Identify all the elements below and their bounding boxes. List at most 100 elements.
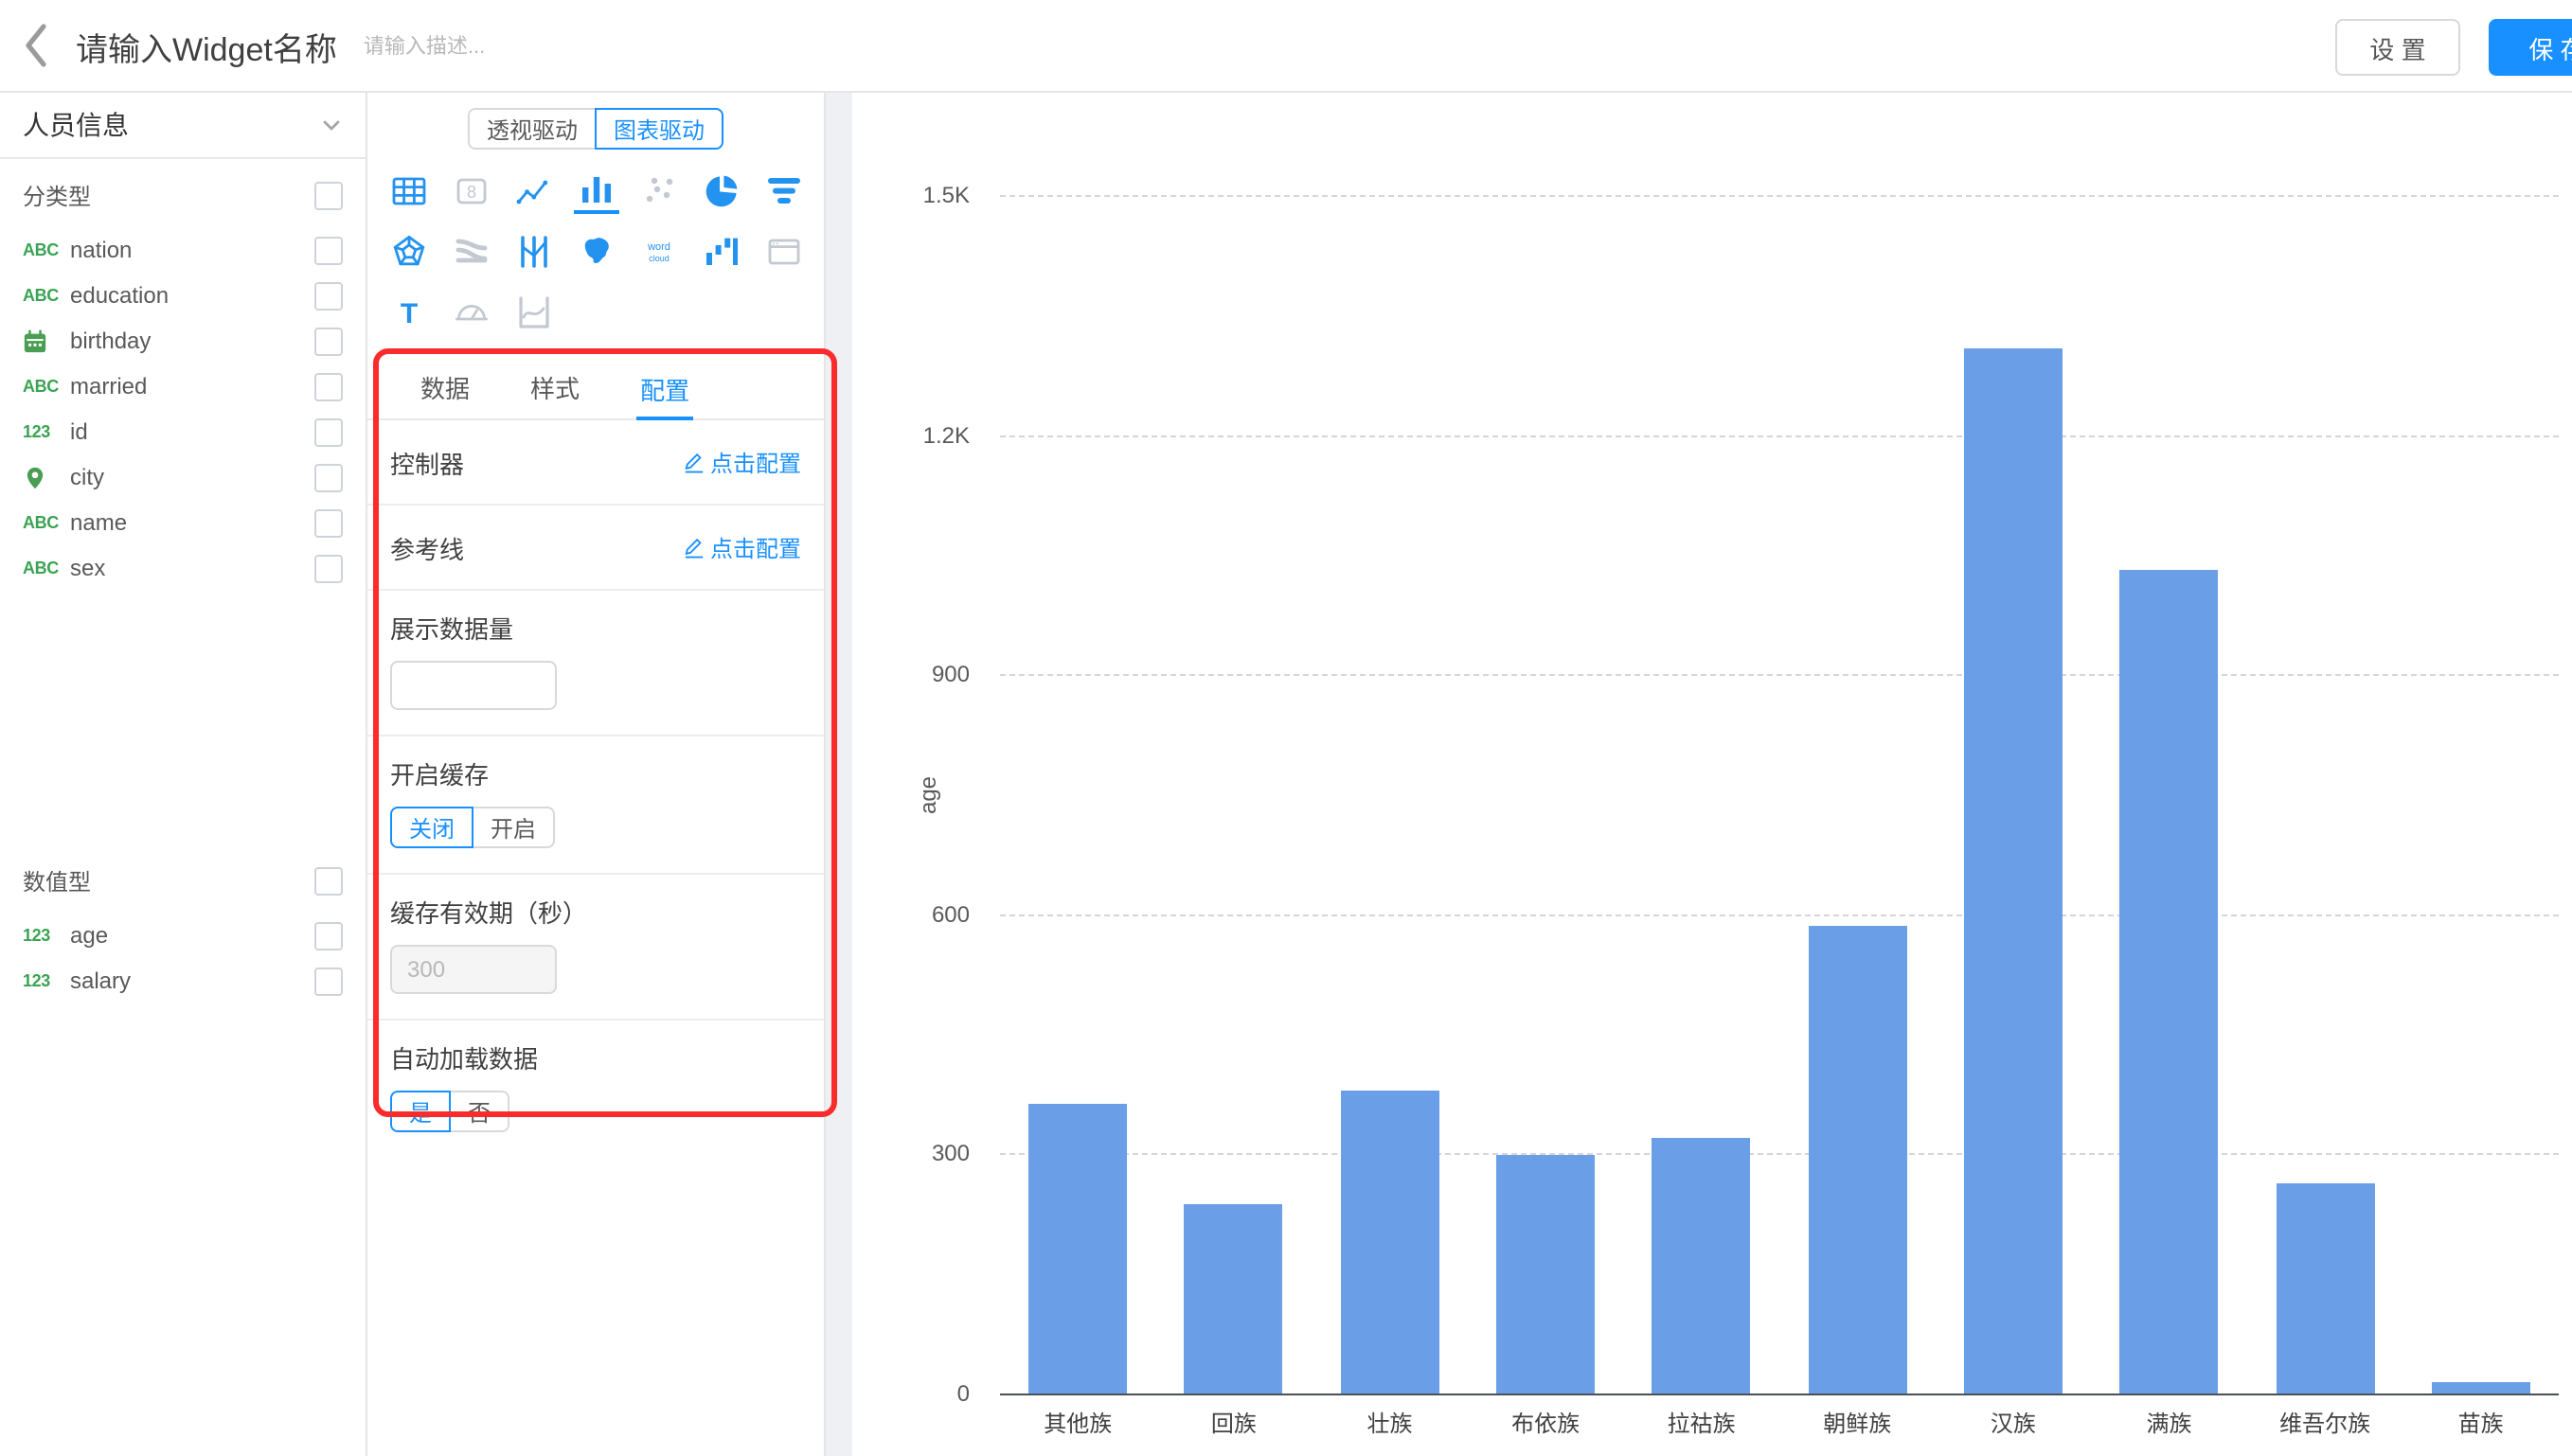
field-select-checkbox[interactable] xyxy=(314,327,343,355)
field-select-checkbox[interactable] xyxy=(314,372,343,400)
controller-row: 控制器 点击配置 xyxy=(367,420,824,506)
funnel-chart-icon[interactable] xyxy=(761,169,807,214)
field-item-salary[interactable]: 123salary xyxy=(0,958,366,1003)
fields-sidebar: 人员信息 分类型ABCnationABCeducationbirthdayABC… xyxy=(0,93,367,1456)
x-tick-label: 壮族 xyxy=(1312,1407,1468,1439)
field-select-checkbox[interactable] xyxy=(314,554,343,582)
field-section: 分类型ABCnationABCeducationbirthdayABCmarri… xyxy=(0,170,366,591)
field-name: married xyxy=(70,373,147,400)
calendar-icon xyxy=(23,328,64,353)
field-item-city[interactable]: city xyxy=(0,454,366,500)
bar-布依族[interactable] xyxy=(1496,1155,1595,1394)
bar-拉祜族[interactable] xyxy=(1652,1138,1750,1394)
field-select-checkbox[interactable] xyxy=(314,281,343,310)
richtext-chart-icon[interactable]: T xyxy=(386,290,432,335)
tab-data[interactable]: 数据 xyxy=(417,358,473,418)
tab-config[interactable]: 配置 xyxy=(636,358,693,420)
field-item-name[interactable]: ABCname xyxy=(0,500,366,545)
bar-苗族[interactable] xyxy=(2432,1382,2530,1394)
widget-description-input[interactable]: 请输入描述... xyxy=(364,30,485,61)
panel-tabs: 数据样式配置 xyxy=(367,358,824,420)
reference-line-label: 参考线 xyxy=(390,529,464,565)
field-name: city xyxy=(70,464,104,490)
waterfall-chart-icon[interactable] xyxy=(699,229,744,275)
display-limit-section: 展示数据量 xyxy=(367,591,824,737)
field-name: id xyxy=(70,418,88,445)
text-type-icon: ABC xyxy=(23,377,64,396)
svg-text:8: 8 xyxy=(467,183,476,202)
tab-style[interactable]: 样式 xyxy=(527,358,583,418)
field-select-checkbox[interactable] xyxy=(314,463,343,491)
bar-维吾尔族[interactable] xyxy=(2277,1183,2375,1394)
edit-icon xyxy=(684,537,705,558)
chart-driven-button[interactable]: 图表驱动 xyxy=(595,108,723,150)
field-item-birthday[interactable]: birthday xyxy=(0,318,366,364)
section-select-checkbox[interactable] xyxy=(314,866,343,895)
back-button[interactable] xyxy=(19,15,68,76)
field-select-checkbox[interactable] xyxy=(314,236,343,264)
text-type-icon: ABC xyxy=(23,240,64,259)
field-name: sex xyxy=(70,555,105,581)
cache-off-button[interactable]: 关闭 xyxy=(390,807,473,848)
pie-chart-icon[interactable] xyxy=(699,169,744,214)
config-panel: 透视驱动图表驱动 8 wordcloud T 数据样式配置 控制器 点击配置 参考线… xyxy=(367,93,826,1456)
x-tick-label: 朝鲜族 xyxy=(1779,1407,1936,1439)
display-limit-input[interactable] xyxy=(390,661,557,710)
bar-满族[interactable] xyxy=(2119,570,2218,1394)
field-select-checkbox[interactable] xyxy=(314,417,343,446)
location-pin-icon xyxy=(23,465,64,489)
gridline xyxy=(1000,674,2559,676)
field-section: 数值型123age123salary xyxy=(0,856,366,1003)
gridline xyxy=(1000,914,2559,916)
field-name: salary xyxy=(70,968,131,994)
controller-configure-link[interactable]: 点击配置 xyxy=(684,446,801,478)
controller-configure-text: 点击配置 xyxy=(710,446,801,478)
map-chart-icon[interactable] xyxy=(574,229,619,275)
widget-editor: 请输入Widget名称 请输入描述... 设 置 保 存 人员信息 分类型ABC… xyxy=(0,0,2572,1456)
y-tick-label: 600 xyxy=(932,901,970,928)
field-item-age[interactable]: 123age xyxy=(0,913,366,958)
y-tick-label: 300 xyxy=(932,1141,970,1167)
table-chart-icon[interactable] xyxy=(386,169,432,214)
radar-chart-icon[interactable] xyxy=(386,229,432,275)
field-select-checkbox[interactable] xyxy=(314,967,343,995)
autoload-yes-button[interactable]: 是 xyxy=(390,1091,451,1132)
display-limit-label: 展示数据量 xyxy=(390,610,801,646)
autoload-no-button[interactable]: 否 xyxy=(449,1091,509,1132)
cache-on-button[interactable]: 开启 xyxy=(472,807,555,848)
mode-toggle: 透视驱动图表驱动 xyxy=(367,108,824,150)
view-name: 人员信息 xyxy=(23,106,129,144)
autoload-section: 自动加载数据 是否 xyxy=(367,1021,824,1157)
section-select-checkbox[interactable] xyxy=(314,181,343,209)
chevron-down-icon xyxy=(320,114,343,136)
field-item-married[interactable]: ABC married xyxy=(0,364,366,409)
bar-汉族[interactable] xyxy=(1964,348,2063,1394)
view-selector[interactable]: 人员信息 xyxy=(0,93,366,159)
x-tick-label: 拉祜族 xyxy=(1623,1407,1779,1439)
wordcloud-chart-icon[interactable]: wordcloud xyxy=(636,229,682,275)
widget-name-input[interactable]: 请输入Widget名称 xyxy=(76,22,337,69)
bar-朝鲜族[interactable] xyxy=(1809,926,1907,1394)
gauge-chart-icon xyxy=(449,290,494,335)
cache-expire-input xyxy=(390,945,557,994)
field-item-id[interactable]: 123id xyxy=(0,409,366,454)
field-select-checkbox[interactable] xyxy=(314,921,343,950)
bar-其他族[interactable] xyxy=(1028,1104,1127,1394)
pivot-driven-button[interactable]: 透视驱动 xyxy=(468,108,597,150)
x-tick-label: 布依族 xyxy=(1468,1407,1624,1439)
bar-壮族[interactable] xyxy=(1341,1091,1439,1394)
bar-回族[interactable] xyxy=(1184,1204,1282,1394)
controller-label: 控制器 xyxy=(390,444,464,480)
field-item-nation[interactable]: ABCnation xyxy=(0,227,366,273)
save-button[interactable]: 保 存 xyxy=(2489,19,2572,76)
settings-button[interactable]: 设 置 xyxy=(2335,19,2460,76)
gridline xyxy=(1000,1154,2559,1156)
parallel-chart-icon[interactable] xyxy=(511,229,557,275)
field-item-education[interactable]: ABCeducation xyxy=(0,273,366,318)
field-select-checkbox[interactable] xyxy=(314,508,343,537)
reference-configure-link[interactable]: 点击配置 xyxy=(684,531,801,563)
field-list: 分类型ABCnationABCeducationbirthdayABCmarri… xyxy=(0,170,366,1003)
line-chart-icon[interactable] xyxy=(511,169,557,214)
bar-chart-icon[interactable] xyxy=(574,169,619,214)
field-item-sex[interactable]: ABCsex xyxy=(0,545,366,591)
